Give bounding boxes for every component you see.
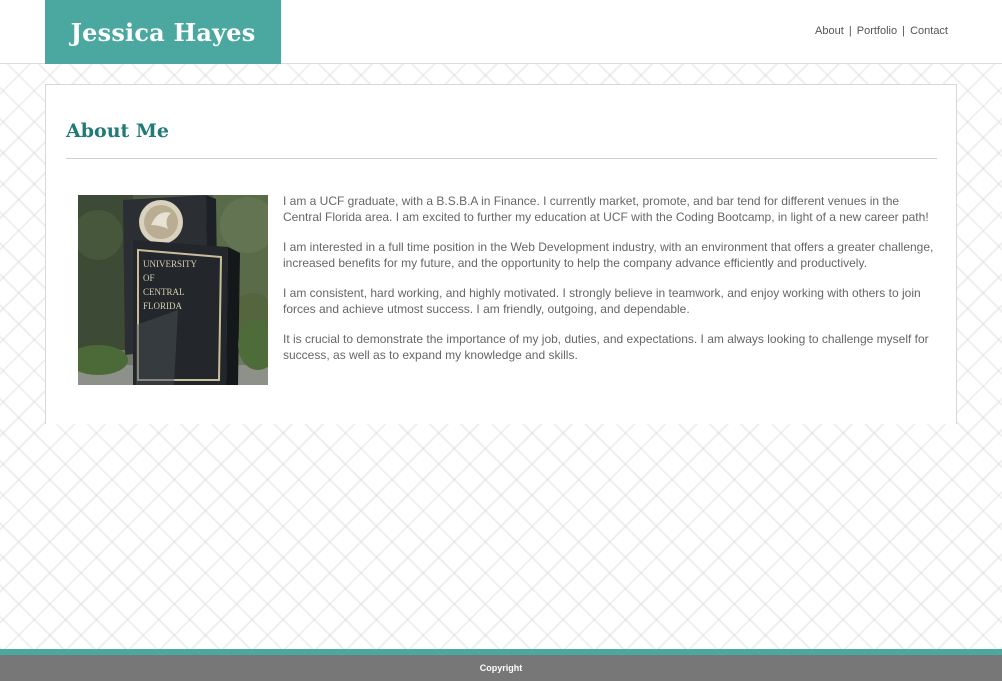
bio-paragraph: It is crucial to demonstrate the importa… xyxy=(283,332,929,362)
about-section: About Me UNIVERSITY OF CENTRAL FLORIDA I… xyxy=(45,84,957,424)
bio-paragraph: I am a UCF graduate, with a B.S.B.A in F… xyxy=(283,194,929,224)
site-header: Jessica Hayes About | Portfolio | Contac… xyxy=(0,0,1002,64)
nav-separator: | xyxy=(902,25,906,37)
svg-text:FLORIDA: FLORIDA xyxy=(143,301,183,311)
bio-paragraph: I am interested in a full time position … xyxy=(283,240,934,270)
nav-link-contact[interactable]: Contact xyxy=(910,25,948,37)
section-divider xyxy=(66,158,937,159)
ucf-sign-photo: UNIVERSITY OF CENTRAL FLORIDA xyxy=(78,195,268,385)
about-bio: I am a UCF graduate, with a B.S.B.A in F… xyxy=(283,194,939,378)
svg-text:CENTRAL: CENTRAL xyxy=(143,287,185,297)
ucf-campus-sign-photo-icon: UNIVERSITY OF CENTRAL FLORIDA xyxy=(78,195,268,385)
site-footer: Copyright xyxy=(0,649,1002,681)
section-title: About Me xyxy=(66,120,170,142)
copyright-text: Copyright xyxy=(479,663,523,673)
svg-text:OF: OF xyxy=(143,273,155,283)
nav-link-about[interactable]: About xyxy=(815,25,844,37)
main-nav: About | Portfolio | Contact xyxy=(815,25,948,37)
photo-sign-text: UNIVERSITY xyxy=(143,259,197,269)
site-name: Jessica Hayes xyxy=(70,17,256,47)
bio-paragraph: I am consistent, hard working, and highl… xyxy=(283,286,921,316)
brand-logo[interactable]: Jessica Hayes xyxy=(45,0,281,64)
nav-link-portfolio[interactable]: Portfolio xyxy=(857,25,897,37)
nav-separator: | xyxy=(848,25,852,37)
